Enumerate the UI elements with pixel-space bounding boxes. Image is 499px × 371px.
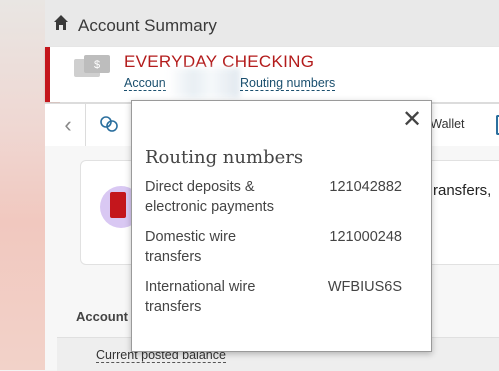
routing-label-line: transfers	[145, 299, 202, 315]
chevron-left-icon[interactable]: ‹	[51, 104, 86, 146]
routing-label-line: electronic payments	[145, 199, 274, 215]
bill-pay-icon: $	[74, 55, 110, 77]
routing-row-label: International wire transfers	[145, 277, 305, 317]
routing-row-label: Direct deposits & electronic payments	[145, 177, 305, 217]
routing-numbers-link[interactable]: Routing numbers	[240, 76, 336, 91]
close-icon[interactable]: ✕	[401, 108, 423, 132]
routing-label-line: transfers	[145, 249, 202, 265]
routing-label-line: Domestic wire	[145, 229, 237, 245]
routing-number-value: 121000248	[329, 229, 402, 245]
transfer-card-text: ransfers,	[433, 182, 492, 199]
redacted-account-number	[168, 68, 240, 98]
routing-label-line: International wire	[145, 279, 256, 295]
popover-title: Routing numbers	[145, 147, 304, 168]
accounts-section-label: Account	[76, 309, 128, 324]
routing-number-value: 121042882	[329, 179, 402, 195]
routing-number-value: WFBIUS6S	[327, 279, 402, 295]
transfer-icon[interactable]	[99, 115, 119, 133]
routing-label-line: Direct deposits &	[145, 179, 255, 195]
page-title: Account Summary	[78, 16, 217, 35]
routing-row-label: Domestic wire transfers	[145, 227, 305, 267]
account-number-link[interactable]: Accoun	[124, 76, 166, 91]
svg-text:$: $	[94, 59, 100, 71]
door-icon	[110, 192, 126, 218]
home-icon[interactable]	[53, 14, 69, 32]
